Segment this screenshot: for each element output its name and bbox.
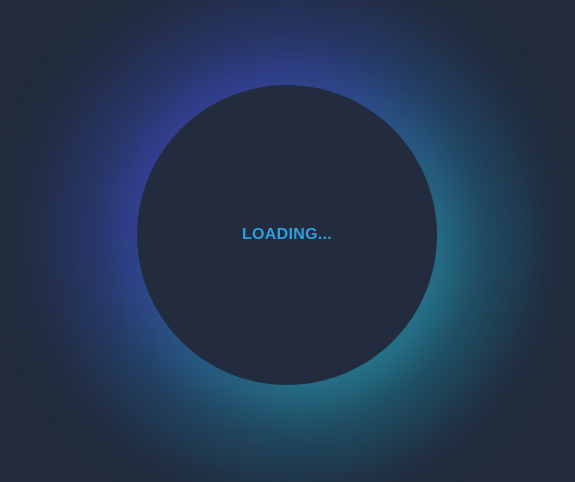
loading-label: LOADING... [241,226,333,243]
loading-screen: LOADING... [0,0,575,482]
loader-disc: LOADING... [137,85,437,385]
